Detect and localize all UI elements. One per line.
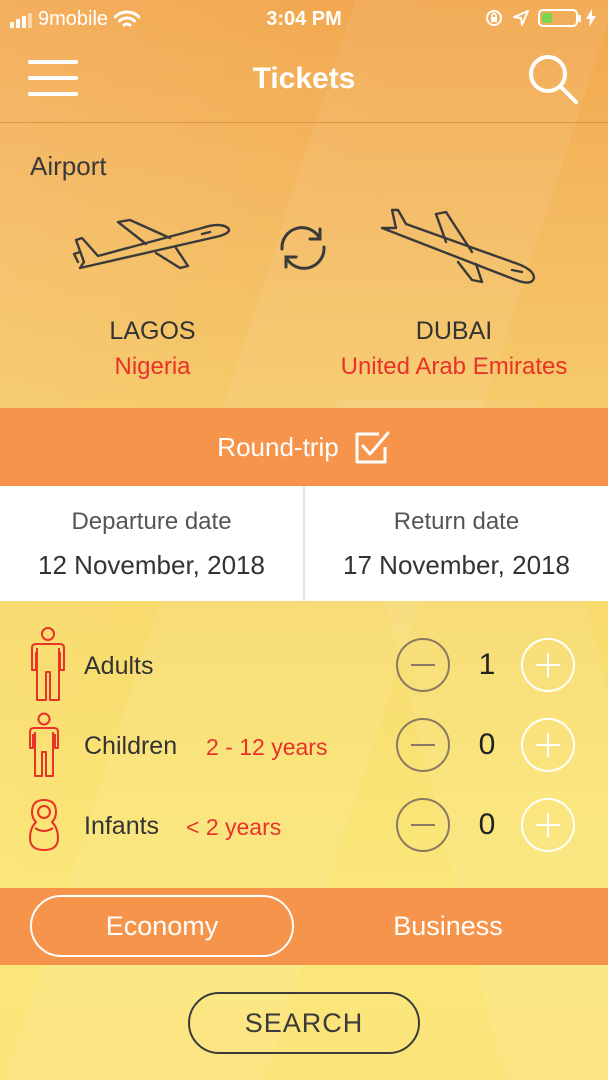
search-button[interactable]: SEARCH [188,992,420,1054]
infants-age-range: < 2 years [186,814,282,840]
children-label: Children [84,732,178,760]
children-decrement-button[interactable] [396,718,450,772]
swap-icon[interactable] [272,221,334,275]
infants-decrement-button[interactable] [396,798,450,852]
orientation-lock-icon [486,10,502,26]
children-age-range: 2 - 12 years [206,734,328,760]
origin-city[interactable]: LAGOS [55,317,250,346]
adult-icon [31,627,65,701]
checkbox-checked-icon[interactable] [353,429,391,465]
children-increment-button[interactable] [521,718,575,772]
round-trip-label: Round-trip [217,431,339,462]
airport-label: Airport [30,151,107,181]
battery-icon [538,9,581,27]
airport-section: Airport LAGOS Nigeria DUBAI United Arab … [0,123,608,408]
business-class-option[interactable]: Business [316,895,580,957]
children-count: 0 [478,728,496,761]
passenger-row-adults: Adults 1 [0,627,608,701]
departure-date-label: Departure date [71,508,232,535]
nav-bar: Tickets [0,40,608,123]
round-trip-toggle[interactable]: Round-trip [0,408,608,486]
passenger-row-infants: Infants < 2 years 0 [0,790,608,860]
charging-icon [586,9,596,27]
travel-class-selector: Economy Business [0,888,608,965]
adults-increment-button[interactable] [521,638,575,692]
arrival-plane-icon[interactable] [376,208,541,290]
location-icon [513,10,529,26]
origin-country[interactable]: Nigeria [55,353,250,381]
departure-date-picker[interactable]: Departure date 12 November, 2018 [0,486,303,601]
infant-icon [29,799,59,851]
passenger-row-children: Children 2 - 12 years 0 [0,710,608,780]
adults-label: Adults [84,652,154,680]
search-icon[interactable] [526,52,580,106]
adults-count: 1 [478,648,496,681]
page-title: Tickets [252,62,356,95]
infants-label: Infants [84,812,160,840]
return-date-picker[interactable]: Return date 17 November, 2018 [305,486,608,601]
destination-city[interactable]: DUBAI [318,317,590,346]
infants-increment-button[interactable] [521,798,575,852]
departure-plane-icon[interactable] [70,216,235,278]
adults-decrement-button[interactable] [396,638,450,692]
economy-class-option[interactable]: Economy [30,895,294,957]
status-bar: 9mobile 3:04 PM [0,0,608,40]
return-date-label: Return date [393,508,520,535]
infants-count: 0 [478,808,496,841]
return-date-value: 17 November, 2018 [343,550,570,580]
departure-date-value: 12 November, 2018 [38,550,265,580]
dates-panel: Departure date 12 November, 2018 Return … [0,486,608,601]
destination-country[interactable]: United Arab Emirates [318,353,590,381]
child-icon [29,712,59,777]
